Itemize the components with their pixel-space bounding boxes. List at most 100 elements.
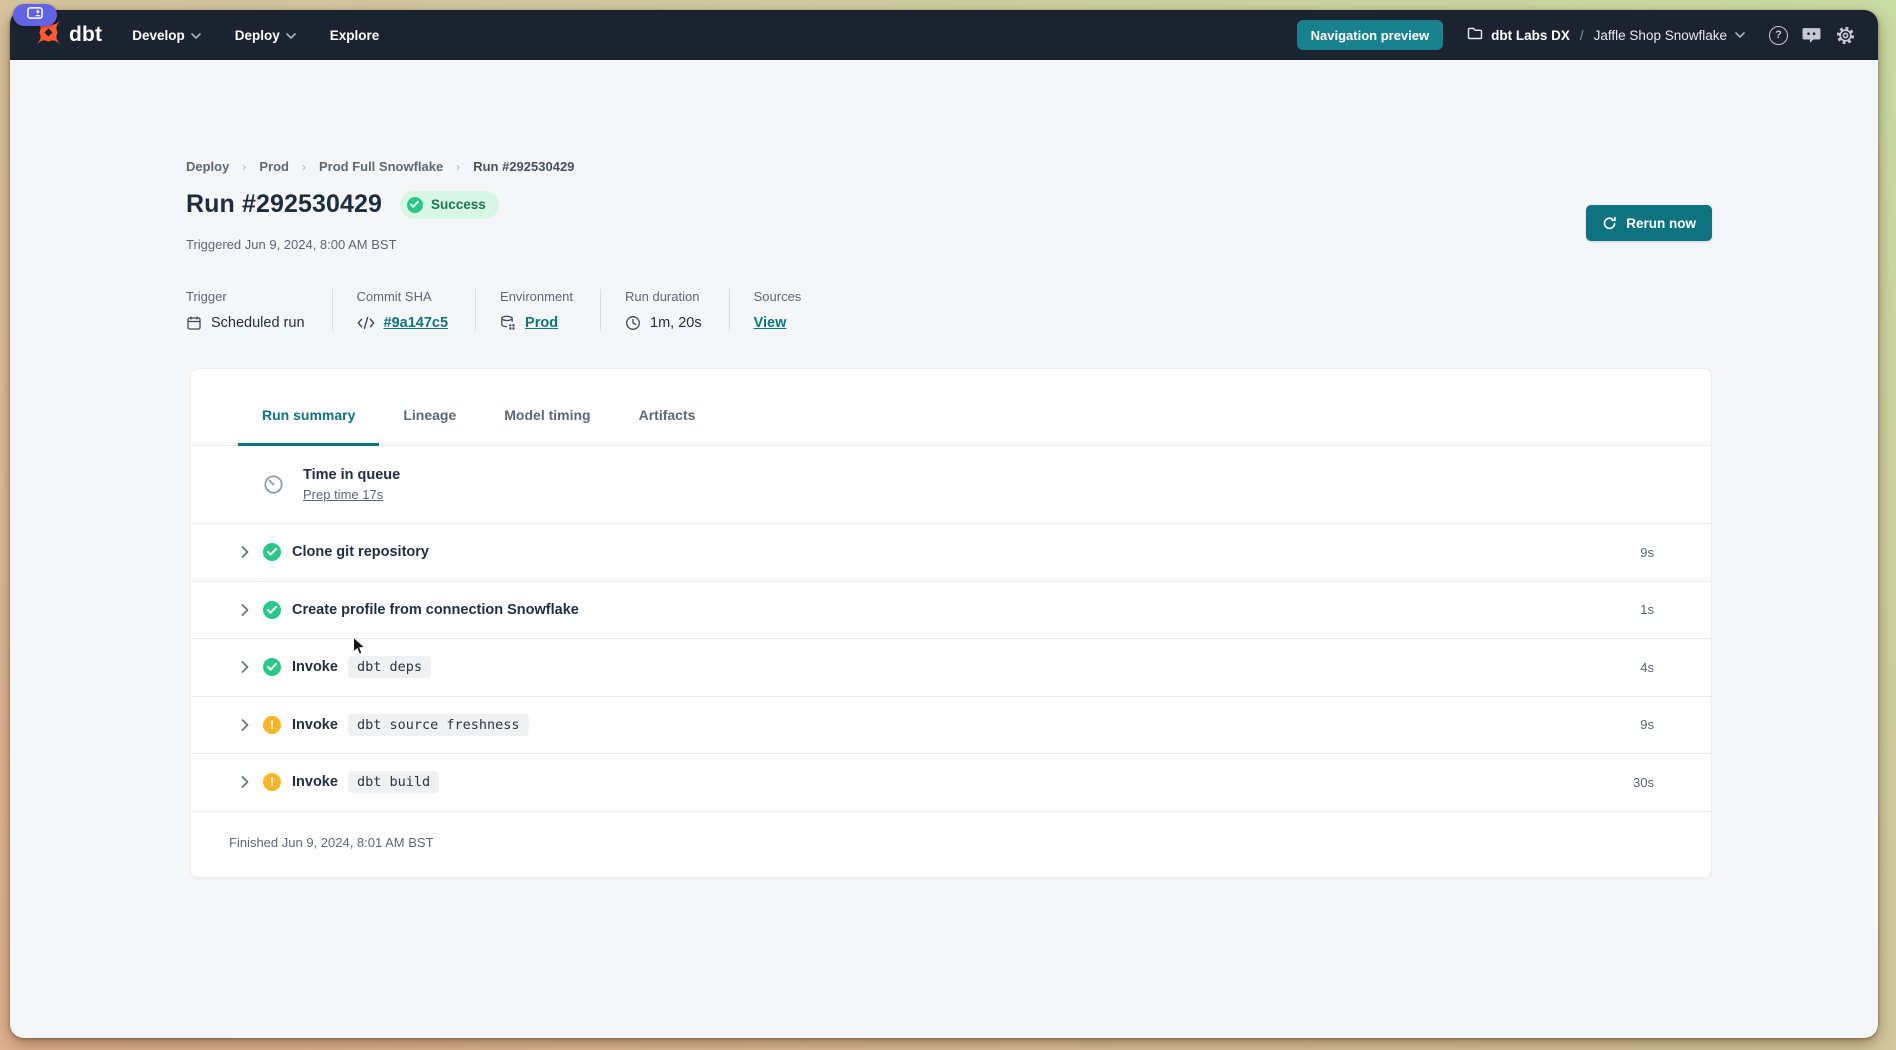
step-label: Create profile from connection Snowflake bbox=[292, 602, 579, 618]
calendar-icon bbox=[186, 315, 202, 331]
breadcrumb: Deploy › Prod › Prod Full Snowflake › Run #292… bbox=[186, 159, 574, 174]
navigation-preview-button[interactable]: Navigation preview bbox=[1297, 20, 1443, 50]
run-step-row[interactable]: Invoke dbt deps 4s bbox=[191, 639, 1711, 697]
status-badge-label: Success bbox=[431, 197, 486, 212]
status-badge: Success bbox=[400, 191, 499, 219]
chevron-right-icon[interactable] bbox=[241, 546, 249, 558]
main-nav: Develop Deploy Explore bbox=[132, 28, 379, 43]
meta-label: Commit SHA bbox=[357, 289, 449, 304]
top-navbar: dbt Develop Deploy Explore Navigation prev… bbox=[10, 10, 1878, 60]
timer-icon bbox=[263, 474, 284, 495]
success-status-icon bbox=[263, 543, 281, 561]
screen-share-badge[interactable] bbox=[13, 4, 57, 26]
tab-run-summary[interactable]: Run summary bbox=[238, 369, 379, 446]
step-label: Invoke bbox=[292, 659, 338, 675]
breadcrumb-item: Run #292530429 bbox=[473, 159, 574, 174]
project-picker[interactable]: dbt Labs DX / Jaffle Shop Snowflake bbox=[1467, 26, 1745, 45]
success-check-icon bbox=[407, 197, 423, 213]
tabs-bar: Run summaryLineageModel timingArtifacts bbox=[191, 369, 1711, 446]
success-status-icon bbox=[263, 658, 281, 676]
meta-trigger: Trigger Scheduled run bbox=[186, 289, 332, 331]
rerun-now-button[interactable]: Rerun now bbox=[1586, 205, 1712, 241]
nav-menu-label: Deploy bbox=[235, 28, 280, 43]
step-duration: 30s bbox=[1633, 775, 1654, 790]
meta-environment: Environment Prod bbox=[475, 289, 600, 331]
settings-gear-icon[interactable] bbox=[1835, 25, 1856, 46]
path-separator: / bbox=[1578, 28, 1586, 43]
account-name: dbt Labs DX bbox=[1491, 28, 1570, 43]
step-command: dbt source freshness bbox=[348, 714, 529, 736]
run-step-row[interactable]: Create profile from connection Snowflake… bbox=[191, 582, 1711, 640]
refresh-icon bbox=[1602, 216, 1617, 231]
code-icon bbox=[357, 316, 375, 330]
nav-menu-explore[interactable]: Explore bbox=[330, 28, 380, 43]
meta-label: Environment bbox=[500, 289, 573, 304]
feedback-icon[interactable] bbox=[1802, 27, 1821, 44]
finished-timestamp: Finished Jun 9, 2024, 8:01 AM BST bbox=[229, 835, 434, 850]
time-in-queue-row: Time in queue Prep time 17s bbox=[191, 446, 1711, 524]
screen-share-icon bbox=[27, 6, 43, 24]
dbt-logo-text: dbt bbox=[69, 23, 102, 47]
warning-status-icon: ! bbox=[263, 773, 281, 791]
step-duration: 9s bbox=[1640, 717, 1654, 732]
run-meta-row: Trigger Scheduled run Commit SHA #9a147c5 En… bbox=[186, 289, 828, 331]
step-command: dbt deps bbox=[348, 656, 431, 678]
step-command: dbt build bbox=[348, 771, 439, 793]
project-name: Jaffle Shop Snowflake bbox=[1594, 28, 1727, 43]
meta-value: 1m, 20s bbox=[650, 315, 702, 331]
chevron-right-icon[interactable] bbox=[241, 776, 249, 788]
page-title: Run #292530429 bbox=[186, 190, 382, 219]
meta-sources: Sources View bbox=[729, 289, 829, 331]
environment-icon bbox=[500, 315, 516, 331]
chevron-down-icon bbox=[191, 33, 201, 39]
run-detail-page: Deploy › Prod › Prod Full Snowflake › Run #292… bbox=[10, 60, 1878, 1038]
meta-label: Trigger bbox=[186, 289, 305, 304]
clock-icon bbox=[625, 315, 641, 331]
breadcrumb-item[interactable]: Deploy bbox=[186, 159, 229, 174]
chevron-right-icon[interactable] bbox=[241, 661, 249, 673]
step-label: Invoke bbox=[292, 774, 338, 790]
step-label: Clone git repository bbox=[292, 544, 429, 560]
breadcrumb-item[interactable]: Prod bbox=[259, 159, 289, 174]
triggered-timestamp: Triggered Jun 9, 2024, 8:00 AM BST bbox=[186, 237, 397, 252]
step-label: Invoke bbox=[292, 717, 338, 733]
nav-menu-label: Explore bbox=[330, 28, 380, 43]
tab-artifacts[interactable]: Artifacts bbox=[615, 369, 720, 446]
tab-model-timing[interactable]: Model timing bbox=[480, 369, 614, 446]
success-status-icon bbox=[263, 601, 281, 619]
queue-title: Time in queue bbox=[303, 467, 400, 483]
folder-icon bbox=[1467, 26, 1483, 45]
nav-menu-label: Develop bbox=[132, 28, 185, 43]
run-step-row[interactable]: ! Invoke dbt build 30s bbox=[191, 754, 1711, 812]
step-duration: 1s bbox=[1640, 602, 1654, 617]
meta-value: Scheduled run bbox=[211, 315, 305, 331]
prep-time-link[interactable]: Prep time 17s bbox=[303, 487, 400, 502]
tab-lineage[interactable]: Lineage bbox=[379, 369, 480, 446]
meta-run-duration: Run duration 1m, 20s bbox=[600, 289, 729, 331]
chevron-right-icon[interactable] bbox=[241, 719, 249, 731]
meta-value[interactable]: #9a147c5 bbox=[384, 315, 449, 331]
run-step-row[interactable]: ! Invoke dbt source freshness 9s bbox=[191, 697, 1711, 755]
breadcrumb-separator-icon: › bbox=[456, 160, 460, 174]
breadcrumb-separator-icon: › bbox=[302, 160, 306, 174]
step-duration: 4s bbox=[1640, 660, 1654, 675]
warning-status-icon: ! bbox=[263, 716, 281, 734]
app-window: dbt Develop Deploy Explore Navigation prev… bbox=[10, 10, 1878, 1038]
run-step-row[interactable]: Clone git repository 9s bbox=[191, 524, 1711, 582]
meta-value[interactable]: Prod bbox=[525, 315, 558, 331]
meta-label: Sources bbox=[754, 289, 802, 304]
breadcrumb-separator-icon: › bbox=[242, 160, 246, 174]
run-summary-card: Run summaryLineageModel timingArtifacts … bbox=[190, 368, 1712, 878]
breadcrumb-item[interactable]: Prod Full Snowflake bbox=[319, 159, 443, 174]
meta-label: Run duration bbox=[625, 289, 702, 304]
nav-menu-deploy[interactable]: Deploy bbox=[235, 28, 296, 43]
meta-commit-sha: Commit SHA #9a147c5 bbox=[332, 289, 476, 331]
step-duration: 9s bbox=[1640, 545, 1654, 560]
meta-value[interactable]: View bbox=[754, 315, 787, 331]
chevron-down-icon bbox=[1735, 32, 1745, 38]
help-icon[interactable]: ? bbox=[1769, 26, 1788, 45]
run-steps-list: Clone git repository 9s Create profile fro… bbox=[191, 524, 1711, 812]
chevron-down-icon bbox=[286, 33, 296, 39]
chevron-right-icon[interactable] bbox=[241, 604, 249, 616]
nav-menu-develop[interactable]: Develop bbox=[132, 28, 201, 43]
